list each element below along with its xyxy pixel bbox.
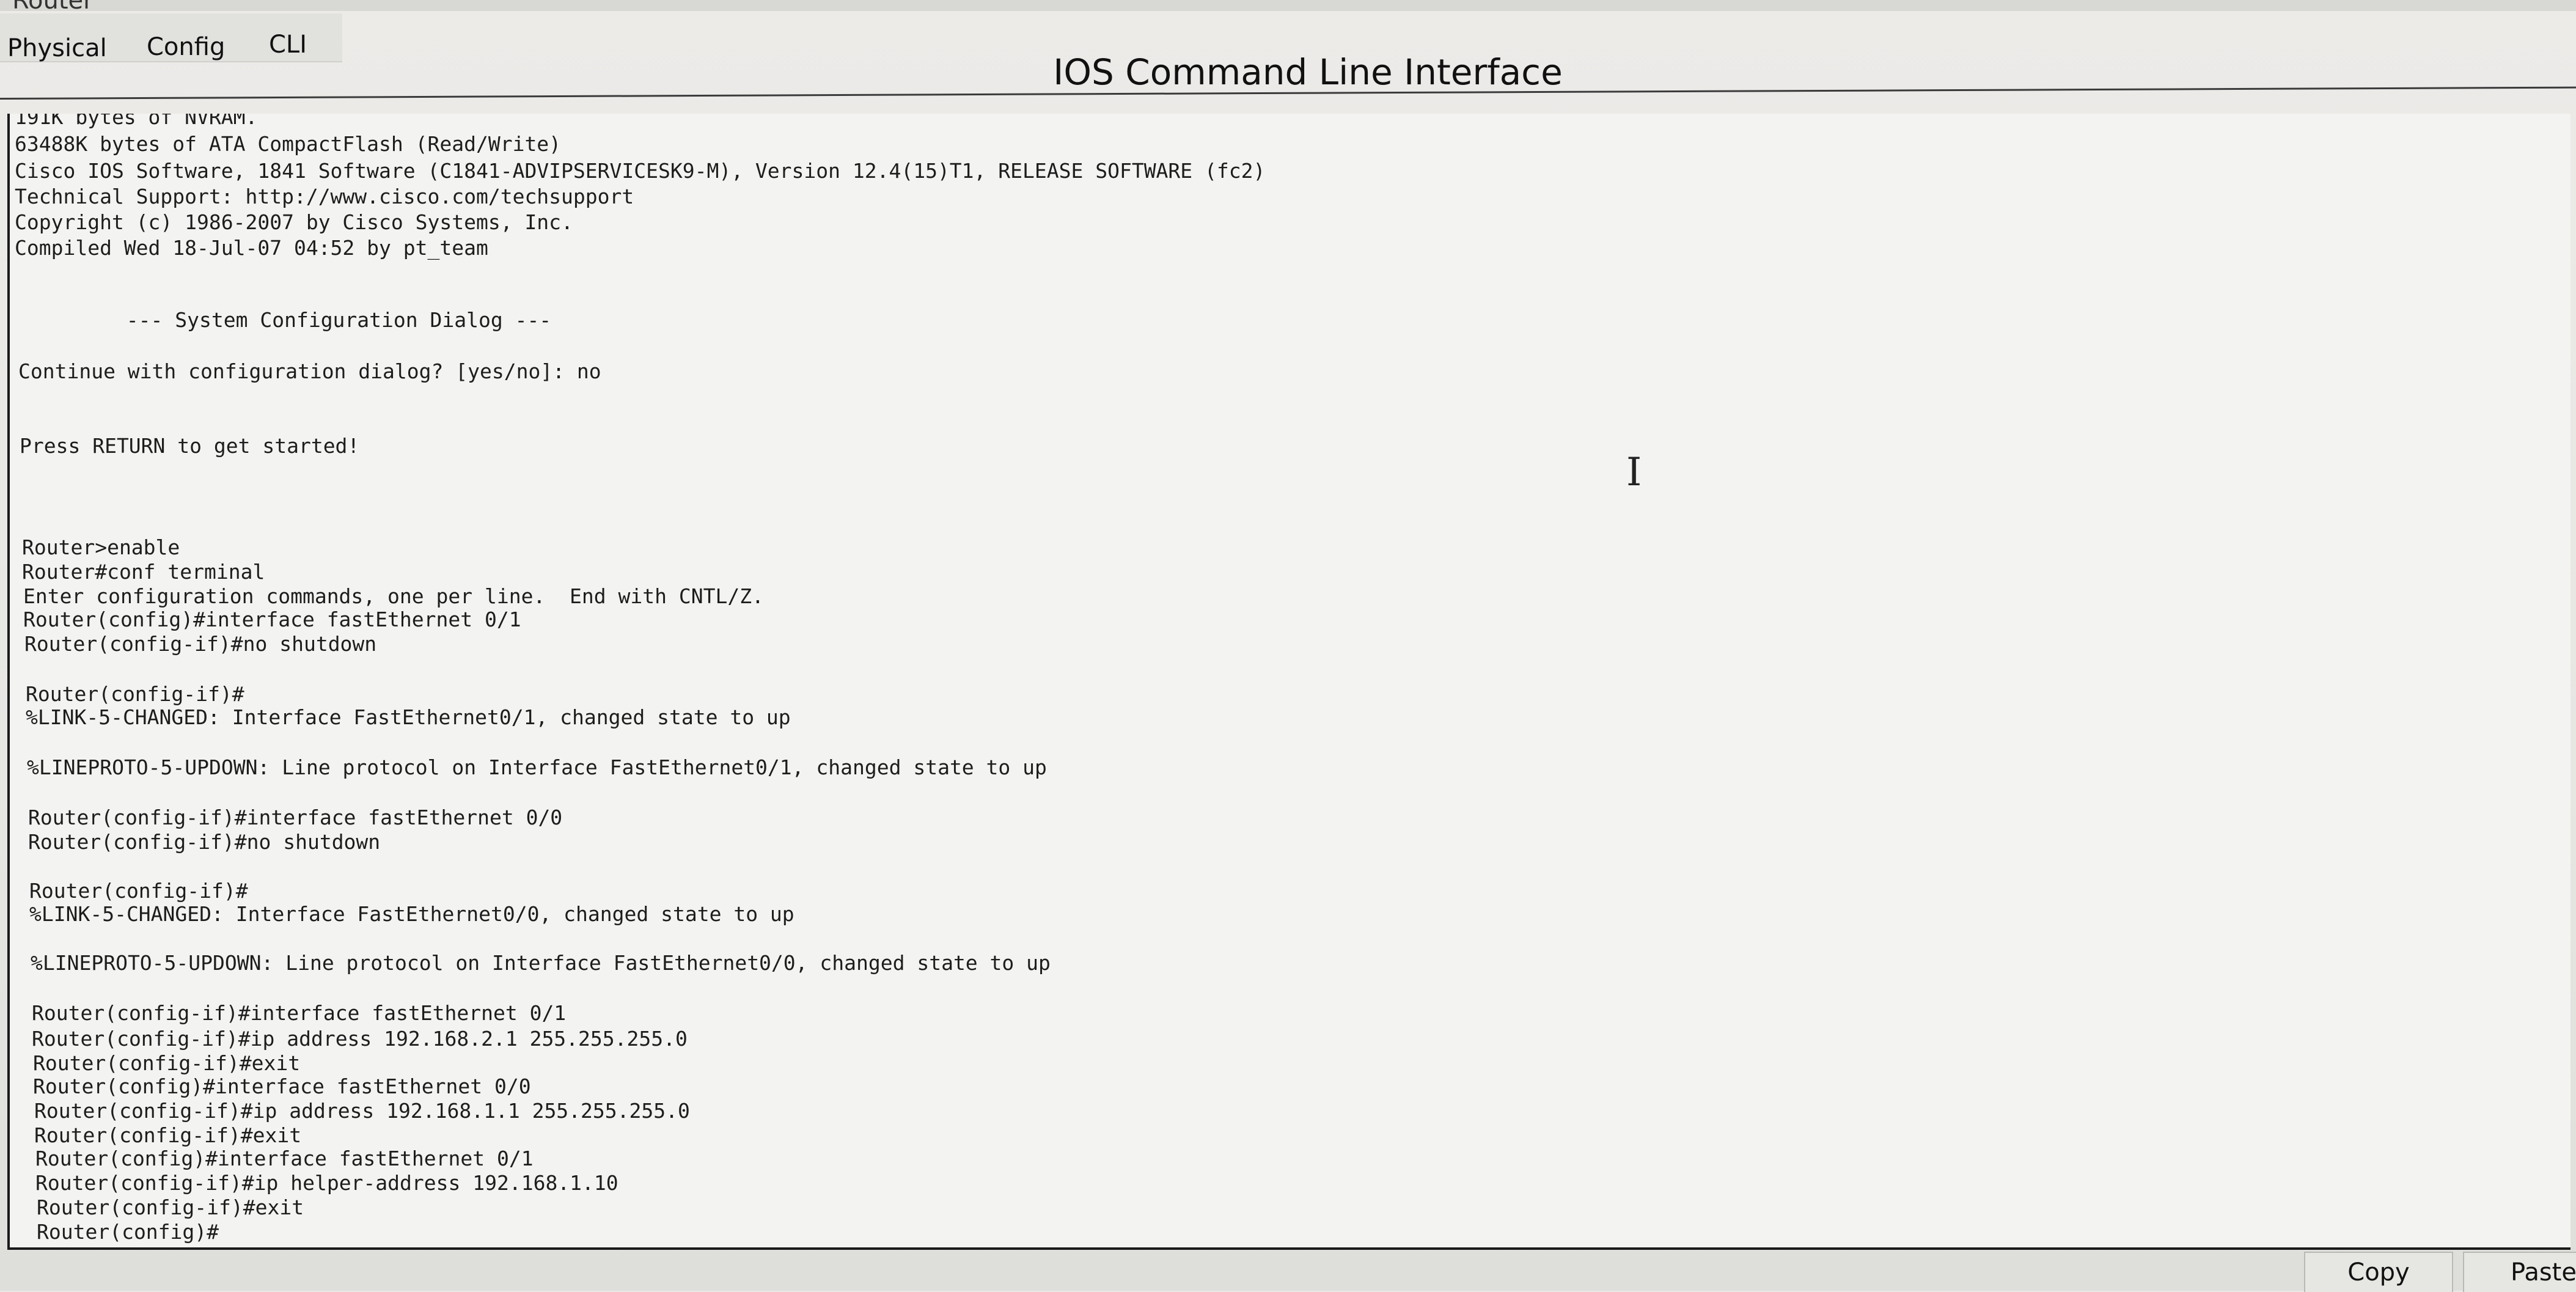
terminal-line: %LINEPROTO-5-UPDOWN: Line protocol on In… [31, 951, 1051, 975]
terminal-line: Router(config-if)#ip address 192.168.2.1… [32, 1027, 688, 1051]
terminal-line: Enter configuration commands, one per li… [23, 584, 764, 608]
panel-title: IOS Command Line Interface [1053, 51, 1563, 93]
cli-window: Router Physical Config CLI IOS Command L… [0, 0, 2576, 1292]
text-cursor-icon: I [1626, 450, 1642, 495]
tab-config[interactable]: Config [147, 33, 225, 61]
paste-button[interactable]: Paste [2463, 1252, 2576, 1292]
window-title: Router [12, 0, 94, 15]
terminal-line: Copyright (c) 1986-2007 by Cisco Systems… [15, 210, 573, 234]
terminal-output[interactable]: 191K bytes of NVRAM. 63488K bytes of ATA… [7, 114, 2570, 1250]
terminal-line: Continue with configuration dialog? [yes… [18, 359, 601, 383]
terminal-line: Router#conf terminal [22, 560, 265, 584]
terminal-line: --- System Configuration Dialog --- [17, 308, 552, 332]
copy-button[interactable]: Copy [2304, 1252, 2453, 1292]
terminal-line: Router(config-if)# [29, 879, 248, 903]
terminal-line: Cisco IOS Software, 1841 Software (C1841… [15, 159, 1266, 183]
terminal-line: Router(config-if)#interface fastEthernet… [32, 1001, 567, 1025]
terminal-line: Press RETURN to get started! [20, 434, 360, 458]
terminal-line: Router(config-if)# [26, 682, 244, 706]
tab-cli[interactable]: CLI [269, 31, 307, 59]
terminal-line: Router(config-if)#no shutdown [28, 830, 381, 854]
terminal-line: Router(config-if)#exit [37, 1195, 304, 1219]
terminal-line: 191K bytes of NVRAM. [15, 114, 258, 129]
terminal-line: Router(config-if)#ip address 192.168.1.1… [34, 1099, 690, 1123]
terminal-line: Router(config-if)#interface fastEthernet… [28, 806, 563, 829]
window-titlebar: Router [0, 0, 2576, 15]
terminal-line: Router>enable [22, 535, 180, 559]
terminal-line: %LINK-5-CHANGED: Interface FastEthernet0… [29, 902, 794, 926]
terminal-line: %LINEPROTO-5-UPDOWN: Line protocol on In… [27, 755, 1047, 779]
terminal-line: Router(config)#interface fastEthernet 0/… [35, 1147, 534, 1170]
terminal-line: 63488K bytes of ATA CompactFlash (Read/W… [15, 132, 562, 156]
terminal-line: Router(config-if)#exit [34, 1123, 302, 1147]
terminal-line: Technical Support: http://www.cisco.com/… [15, 185, 634, 208]
terminal-line: Router(config)#interface fastEthernet 0/… [33, 1074, 531, 1098]
terminal-line: Router(config-if)#ip helper-address 192.… [35, 1171, 618, 1195]
terminal-line: Compiled Wed 18-Jul-07 04:52 by pt_team [15, 236, 488, 260]
terminal-line: Router(config-if)#no shutdown [24, 632, 377, 656]
tab-bar: Physical Config CLI [0, 13, 342, 62]
tab-physical[interactable]: Physical [7, 34, 107, 62]
terminal-line: Router(config)#interface fastEthernet 0/… [23, 607, 521, 631]
terminal-line: %LINK-5-CHANGED: Interface FastEthernet0… [26, 705, 791, 729]
terminal-line: Router(config-if)#exit [33, 1051, 301, 1075]
terminal-line: Router(config)# [37, 1220, 219, 1244]
